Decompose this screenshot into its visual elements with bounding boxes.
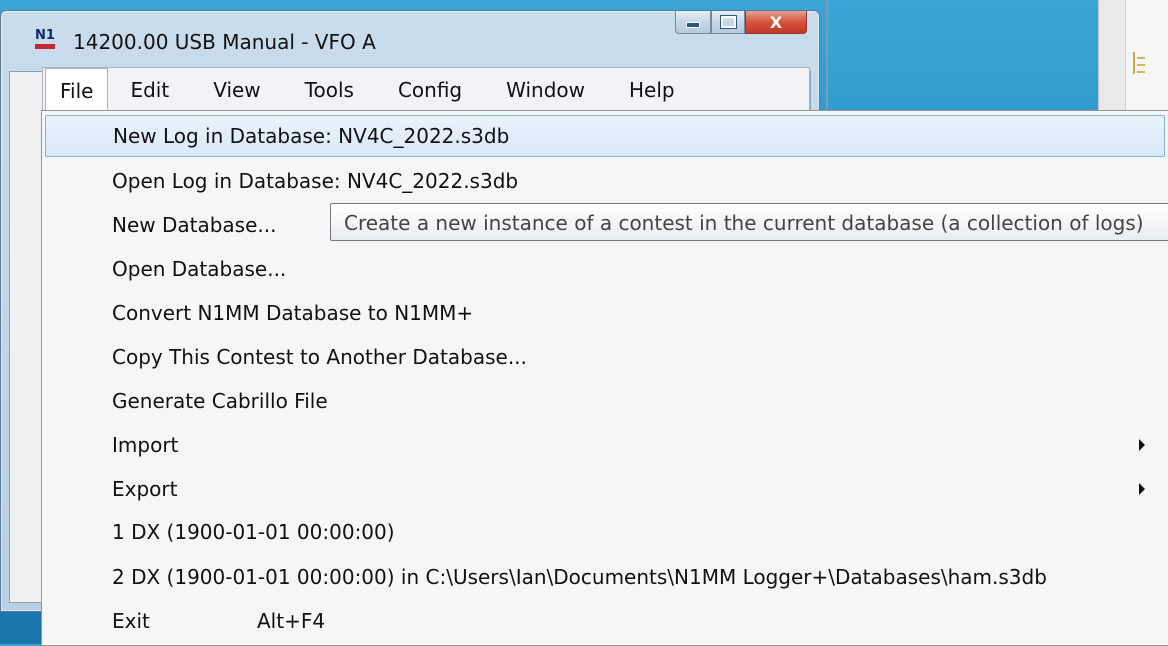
menu-tools[interactable]: Tools (283, 68, 376, 112)
app-logo-text: N1 (35, 28, 55, 43)
close-button[interactable]: X (745, 11, 807, 34)
menu-item-new-log[interactable]: New Log in Database: NV4C_2022.s3db (45, 115, 1165, 157)
menu-item-exit[interactable]: Exit Alt+F4 (45, 600, 1165, 642)
menu-item-export[interactable]: Export (45, 468, 1165, 510)
minimize-button[interactable] (675, 11, 711, 34)
menu-item-recent-1[interactable]: 1 DX (1900-01-01 00:00:00) (45, 511, 1165, 553)
menu-item-convert-database[interactable]: Convert N1MM Database to N1MM+ (45, 292, 1165, 334)
maximize-button[interactable] (711, 11, 745, 34)
window-title: 14200.00 USB Manual - VFO A (73, 30, 376, 54)
menu-item-exit-shortcut: Alt+F4 (257, 609, 326, 633)
background-window-strip (1099, 0, 1126, 118)
menu-edit[interactable]: Edit (108, 68, 191, 112)
menu-item-exit-label: Exit (112, 609, 150, 633)
submenu-arrow-icon (1139, 483, 1145, 495)
menu-item-export-label: Export (112, 477, 178, 501)
document-lines-icon (1133, 52, 1145, 74)
menu-item-import[interactable]: Import (45, 424, 1165, 466)
window-edge (826, 0, 828, 118)
menu-item-open-log[interactable]: Open Log in Database: NV4C_2022.s3db (45, 160, 1165, 202)
close-icon: X (769, 12, 783, 32)
menu-item-import-label: Import (112, 433, 179, 457)
menu-item-open-database[interactable]: Open Database... (45, 248, 1165, 290)
menu-file[interactable]: File (45, 68, 109, 112)
menu-item-generate-cabrillo[interactable]: Generate Cabrillo File (45, 380, 1165, 422)
menu-bar: File Edit View Tools Config Window Help (42, 67, 810, 112)
menu-config[interactable]: Config (376, 68, 484, 112)
menu-item-copy-contest[interactable]: Copy This Contest to Another Database... (45, 336, 1165, 378)
minimize-icon (686, 22, 700, 28)
app-logo-bar (35, 44, 55, 49)
menu-item-recent-2[interactable]: 2 DX (1900-01-01 00:00:00) in C:\Users\I… (45, 556, 1165, 598)
maximize-icon (720, 16, 736, 28)
tooltip: Create a new instance of a contest in th… (330, 203, 1168, 241)
menu-window[interactable]: Window (484, 68, 607, 112)
file-menu-dropdown: New Log in Database: NV4C_2022.s3db Open… (41, 110, 1168, 646)
caption-buttons: X (675, 11, 807, 34)
menu-help[interactable]: Help (607, 68, 697, 112)
submenu-arrow-icon (1139, 439, 1145, 451)
background-window (1098, 0, 1168, 118)
title-bar[interactable]: N1 14200.00 USB Manual - VFO A X (1, 11, 819, 65)
menu-view[interactable]: View (191, 68, 282, 112)
app-logo-icon: N1 (31, 29, 59, 51)
